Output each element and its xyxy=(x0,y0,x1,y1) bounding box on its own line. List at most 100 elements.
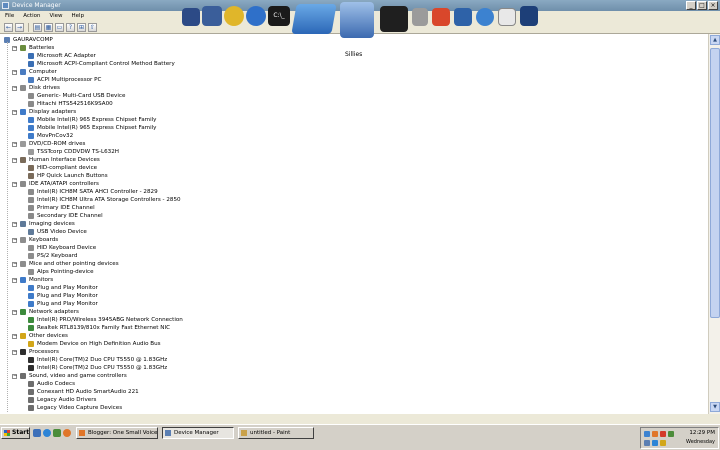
dock-icon-1[interactable] xyxy=(182,8,200,26)
device-category[interactable]: − Keyboards xyxy=(12,236,58,244)
tree-root[interactable]: GAURAVCOMP xyxy=(4,36,53,44)
collapse-icon[interactable]: − xyxy=(12,349,17,355)
folder-icon[interactable] xyxy=(291,4,337,34)
computer-icon[interactable] xyxy=(340,2,374,38)
minimize-button[interactable]: _ xyxy=(686,1,696,10)
device-item[interactable]: USB Video Device xyxy=(28,228,87,236)
menu-help[interactable]: Help xyxy=(72,11,85,21)
device-item[interactable]: MovPnCov32 xyxy=(28,132,73,140)
dock-icon-10[interactable] xyxy=(432,8,450,26)
tray-security-icon[interactable] xyxy=(660,431,666,437)
properties-button[interactable]: ▦ xyxy=(44,22,53,32)
device-category[interactable]: − Sound, video and game controllers xyxy=(12,372,127,380)
device-item[interactable]: Legacy Audio Drivers xyxy=(28,396,96,404)
device-category[interactable]: − Human Interface Devices xyxy=(12,156,100,164)
taskbar-button[interactable]: untitled - Paint xyxy=(238,427,314,439)
forward-button[interactable]: → xyxy=(15,22,24,32)
device-category[interactable]: − Display adapters xyxy=(12,108,76,116)
device-item[interactable]: Plug and Play Monitor xyxy=(28,284,98,292)
firefox-quicklaunch-icon[interactable] xyxy=(63,429,71,437)
device-item[interactable]: Mobile Intel(R) 965 Express Chipset Fami… xyxy=(28,116,157,124)
device-item[interactable]: Generic- Multi-Card USB Device xyxy=(28,92,125,100)
collapse-icon[interactable]: − xyxy=(12,181,17,187)
dock-icon-2[interactable] xyxy=(202,6,222,26)
collapse-icon[interactable]: − xyxy=(12,221,17,227)
trash-icon[interactable] xyxy=(412,8,428,26)
device-category[interactable]: − DVD/CD-ROM drives xyxy=(12,140,85,148)
device-item[interactable]: HP Quick Launch Buttons xyxy=(28,172,108,180)
update-driver-button[interactable]: ⇧ xyxy=(88,22,97,32)
vertical-scrollbar[interactable]: ▲ ▼ xyxy=(708,34,720,414)
device-category[interactable]: − Batteries xyxy=(12,44,54,52)
device-category[interactable]: − Monitors xyxy=(12,276,53,284)
menu-view[interactable]: View xyxy=(49,11,62,21)
collapse-icon[interactable]: − xyxy=(12,157,17,163)
start-button[interactable]: Start xyxy=(1,427,30,439)
menu-action[interactable]: Action xyxy=(23,11,40,21)
print-button[interactable]: ▭ xyxy=(55,22,64,32)
collapse-icon[interactable]: − xyxy=(12,45,17,51)
scan-hardware-button[interactable]: ⊞ xyxy=(77,22,86,32)
device-item[interactable]: Conexant HD Audio SmartAudio 221 xyxy=(28,388,139,396)
maximize-button[interactable]: □ xyxy=(697,1,707,10)
help-button[interactable]: ? xyxy=(66,22,75,32)
clock-time[interactable]: 12:29 PM xyxy=(689,430,715,436)
dock-icon-12[interactable] xyxy=(476,8,494,26)
dock-icon-3[interactable] xyxy=(224,6,244,26)
device-item[interactable]: Microsoft ACPI-Compliant Control Method … xyxy=(28,60,175,68)
device-category[interactable]: − Network adapters xyxy=(12,308,79,316)
taskbar-button[interactable]: Device Manager xyxy=(162,427,234,439)
device-item[interactable]: Realtek RTL8139/810x Family Fast Etherne… xyxy=(28,324,170,332)
device-item[interactable]: Legacy Video Capture Devices xyxy=(28,404,122,412)
device-item[interactable]: HID Keyboard Device xyxy=(28,244,96,252)
terminal-icon[interactable]: C:\_ xyxy=(268,6,290,26)
collapse-icon[interactable]: − xyxy=(12,69,17,75)
close-button[interactable]: × xyxy=(708,1,718,10)
device-item[interactable]: Intel(R) PRO/Wireless 3945ABG Network Co… xyxy=(28,316,183,324)
device-item[interactable]: Modem Device on High Definition Audio Bu… xyxy=(28,340,161,348)
collapse-icon[interactable]: − xyxy=(12,141,17,147)
collapse-icon[interactable]: − xyxy=(12,309,17,315)
scroll-up-icon[interactable]: ▲ xyxy=(710,35,720,45)
device-item[interactable]: Plug and Play Monitor xyxy=(28,292,98,300)
device-category[interactable]: − Mice and other pointing devices xyxy=(12,260,119,268)
dock-icon-4[interactable] xyxy=(246,6,266,26)
device-item[interactable]: Primary IDE Channel xyxy=(28,204,95,212)
collapse-icon[interactable]: − xyxy=(12,85,17,91)
collapse-icon[interactable]: − xyxy=(12,373,17,379)
device-category[interactable]: − Processors xyxy=(12,348,59,356)
device-item[interactable]: Intel(R) Core(TM)2 Duo CPU T5550 @ 1.83G… xyxy=(28,356,167,364)
tray-network-icon[interactable] xyxy=(644,431,650,437)
device-item[interactable]: Audio Codecs xyxy=(28,380,75,388)
tray-app-icon[interactable] xyxy=(644,440,650,446)
device-category[interactable]: − IDE ATA/ATAPI controllers xyxy=(12,180,99,188)
collapse-icon[interactable]: − xyxy=(12,277,17,283)
device-item[interactable]: HID-compliant device xyxy=(28,164,97,172)
show-hide-tree-button[interactable]: ▤ xyxy=(33,22,42,32)
device-item[interactable]: Intel(R) ICH8M Ultra ATA Storage Control… xyxy=(28,196,181,204)
collapse-icon[interactable]: − xyxy=(12,237,17,243)
device-item[interactable]: Plug and Play Monitor xyxy=(28,300,98,308)
scroll-down-icon[interactable]: ▼ xyxy=(710,402,720,412)
collapse-icon[interactable]: − xyxy=(12,109,17,115)
dock-icon-13[interactable] xyxy=(498,8,516,26)
device-item[interactable]: PS/2 Keyboard xyxy=(28,252,77,260)
device-item[interactable]: Alps Pointing-device xyxy=(28,268,94,276)
dock-icon-14[interactable] xyxy=(520,6,538,26)
tray-battery-icon[interactable] xyxy=(668,431,674,437)
device-item[interactable]: Mobile Intel(R) 965 Express Chipset Fami… xyxy=(28,124,157,132)
device-category[interactable]: − Computer xyxy=(12,68,57,76)
dock-icon-11[interactable] xyxy=(454,8,472,26)
collapse-icon[interactable]: − xyxy=(12,333,17,339)
tray-update-icon[interactable] xyxy=(660,440,666,446)
device-category[interactable]: − Imaging devices xyxy=(12,220,75,228)
collapse-icon[interactable]: − xyxy=(12,261,17,267)
device-item[interactable]: Intel(R) Core(TM)2 Duo CPU T5550 @ 1.83G… xyxy=(28,364,167,372)
device-item[interactable]: Secondary IDE Channel xyxy=(28,212,103,220)
menu-file[interactable]: File xyxy=(5,11,14,21)
device-item[interactable]: ACPI Multiprocessor PC xyxy=(28,76,101,84)
device-item[interactable]: TSSTcorp CDDVDW TS-L632H xyxy=(28,148,119,156)
device-item[interactable]: Intel(R) ICH8M SATA AHCI Controller - 28… xyxy=(28,188,158,196)
media-icon[interactable] xyxy=(53,429,61,437)
taskbar-button[interactable]: Blogger: One Small Voice... xyxy=(76,427,158,439)
